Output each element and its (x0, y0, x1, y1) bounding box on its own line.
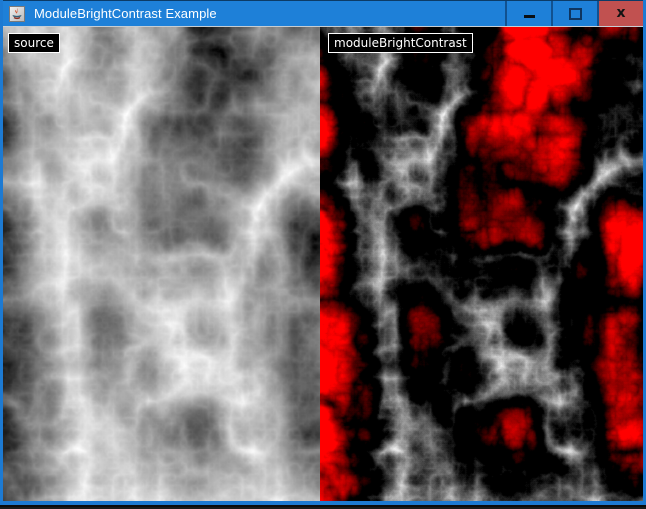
panel-module-brightcontrast: moduleBrightContrast (320, 27, 643, 501)
panel-source: source (3, 27, 320, 501)
maximize-button[interactable] (551, 1, 597, 26)
source-label: source (8, 33, 60, 53)
java-app-icon (9, 6, 25, 22)
content-area: source moduleBrightContrast (3, 27, 643, 501)
minimize-button[interactable] (505, 1, 551, 26)
window-title: ModuleBrightContrast Example (34, 6, 217, 21)
close-icon: x (616, 6, 625, 20)
minimize-icon (524, 15, 535, 18)
window-controls: x (505, 1, 643, 26)
maximize-icon (569, 8, 582, 20)
app-window: ModuleBrightContrast Example x source (0, 0, 646, 505)
screen: ModuleBrightContrast Example x source (0, 0, 646, 509)
module-brightcontrast-label: moduleBrightContrast (328, 33, 473, 53)
titlebar[interactable]: ModuleBrightContrast Example x (3, 0, 643, 27)
close-button[interactable]: x (597, 1, 643, 26)
module-brightcontrast-image (320, 27, 643, 501)
source-image (3, 27, 320, 501)
